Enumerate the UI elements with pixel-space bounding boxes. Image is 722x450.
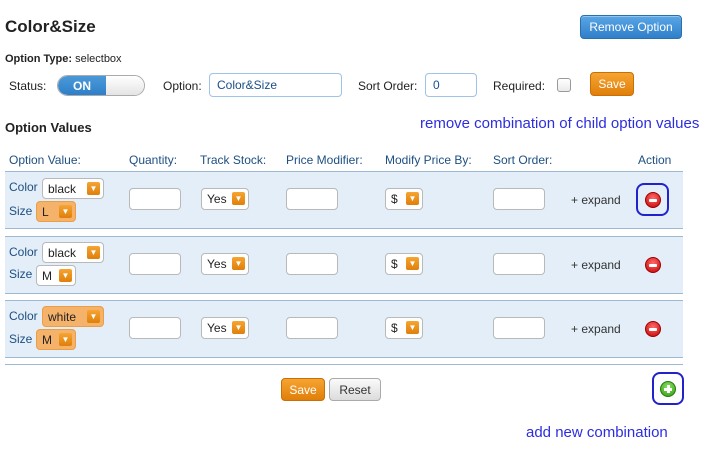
modify-price-by-value: $ xyxy=(391,321,398,335)
col-track-stock: Track Stock: xyxy=(200,153,267,167)
page-title: Color&Size xyxy=(5,17,96,36)
size-label: Size xyxy=(9,267,33,281)
color-select[interactable]: black ▼ xyxy=(42,178,104,199)
expand-link[interactable]: + expand xyxy=(571,322,621,336)
size-label: Size xyxy=(9,332,33,346)
add-circle-icon[interactable] xyxy=(660,381,676,397)
track-stock-value: Yes xyxy=(207,321,227,335)
price-modifier-input[interactable] xyxy=(286,253,338,275)
table-bottom-divider xyxy=(5,364,683,365)
option-type-label: Option Type: xyxy=(5,53,73,65)
modify-price-by-select[interactable]: $ ▼ xyxy=(385,188,423,210)
sort-order-label: Sort Order: xyxy=(358,79,418,93)
chevron-down-icon: ▼ xyxy=(406,257,419,270)
option-type-value: selectbox xyxy=(75,53,122,65)
chevron-down-icon: ▼ xyxy=(59,269,72,282)
chevron-down-icon: ▼ xyxy=(406,192,419,205)
col-option-value: Option Value: xyxy=(9,153,81,167)
modify-price-by-select[interactable]: $ ▼ xyxy=(385,253,423,275)
size-select[interactable]: M ▼ xyxy=(36,265,76,286)
chevron-down-icon: ▼ xyxy=(87,310,100,323)
size-label: Size xyxy=(9,204,33,218)
price-modifier-input[interactable] xyxy=(286,188,338,210)
track-stock-select[interactable]: Yes ▼ xyxy=(201,317,249,339)
add-annotation: add new combination xyxy=(526,424,668,441)
col-price-modifier: Price Modifier: xyxy=(286,153,363,167)
col-sort-order: Sort Order: xyxy=(493,153,553,167)
color-label: Color xyxy=(9,180,38,194)
status-toggle-knob xyxy=(106,76,144,95)
row-sort-order-input[interactable] xyxy=(493,317,545,339)
size-select-value: M xyxy=(42,268,52,283)
track-stock-select[interactable]: Yes ▼ xyxy=(201,188,249,210)
option-type: Option Type: selectbox xyxy=(5,53,122,65)
table-row: Color black ▼ Size L ▼ Yes ▼ $ ▼ + expan… xyxy=(5,171,683,229)
save-option-button[interactable]: Save xyxy=(590,72,634,96)
track-stock-value: Yes xyxy=(207,257,227,271)
table-row: Color white ▼ Size M ▼ Yes ▼ $ ▼ + expan… xyxy=(5,300,683,358)
price-modifier-input[interactable] xyxy=(286,317,338,339)
chevron-down-icon: ▼ xyxy=(406,321,419,334)
expand-link[interactable]: + expand xyxy=(571,193,621,207)
option-values-heading: Option Values xyxy=(5,120,92,135)
chevron-down-icon: ▼ xyxy=(232,192,245,205)
table-row: Color black ▼ Size M ▼ Yes ▼ $ ▼ + expan… xyxy=(5,236,683,294)
required-checkbox[interactable] xyxy=(557,78,571,92)
status-on-label: ON xyxy=(58,76,106,95)
col-quantity: Quantity: xyxy=(129,153,178,167)
row-sort-order-input[interactable] xyxy=(493,188,545,210)
status-label: Status: xyxy=(9,79,47,93)
size-select[interactable]: M ▼ xyxy=(36,329,76,350)
chevron-down-icon: ▼ xyxy=(87,246,100,259)
color-label: Color xyxy=(9,309,38,323)
chevron-down-icon: ▼ xyxy=(59,205,72,218)
option-name-input[interactable]: Color&Size xyxy=(209,73,342,97)
size-select[interactable]: L ▼ xyxy=(36,201,76,222)
color-select[interactable]: black ▼ xyxy=(42,242,104,263)
color-select-value: white xyxy=(48,309,77,324)
color-label: Color xyxy=(9,245,38,259)
required-label: Required: xyxy=(493,79,546,93)
chevron-down-icon: ▼ xyxy=(59,333,72,346)
track-stock-select[interactable]: Yes ▼ xyxy=(201,253,249,275)
color-select-value: black xyxy=(48,245,77,260)
reset-button[interactable]: Reset xyxy=(329,378,381,401)
remove-circle-icon[interactable] xyxy=(645,321,661,337)
remove-circle-icon[interactable] xyxy=(645,192,661,208)
remove-circle-icon[interactable] xyxy=(645,257,661,273)
chevron-down-icon: ▼ xyxy=(87,182,100,195)
size-select-value: L xyxy=(42,204,49,219)
chevron-down-icon: ▼ xyxy=(232,257,245,270)
track-stock-value: Yes xyxy=(207,192,227,206)
expand-link[interactable]: + expand xyxy=(571,258,621,272)
chevron-down-icon: ▼ xyxy=(232,321,245,334)
status-toggle[interactable]: ON xyxy=(57,75,145,96)
save-values-button[interactable]: Save xyxy=(281,378,325,401)
modify-price-by-value: $ xyxy=(391,257,398,271)
remove-option-button[interactable]: Remove Option xyxy=(580,15,682,39)
col-action: Action xyxy=(638,153,672,167)
col-modify-price-by: Modify Price By: xyxy=(385,153,472,167)
size-select-value: M xyxy=(42,332,52,347)
modify-price-by-value: $ xyxy=(391,192,398,206)
option-label: Option: xyxy=(163,79,202,93)
row-sort-order-input[interactable] xyxy=(493,253,545,275)
remove-annotation: remove combination of child option value… xyxy=(420,115,700,132)
color-select[interactable]: white ▼ xyxy=(42,306,104,327)
quantity-input[interactable] xyxy=(129,317,181,339)
quantity-input[interactable] xyxy=(129,253,181,275)
color-select-value: black xyxy=(48,181,77,196)
modify-price-by-select[interactable]: $ ▼ xyxy=(385,317,423,339)
quantity-input[interactable] xyxy=(129,188,181,210)
sort-order-input[interactable]: 0 xyxy=(425,73,477,97)
